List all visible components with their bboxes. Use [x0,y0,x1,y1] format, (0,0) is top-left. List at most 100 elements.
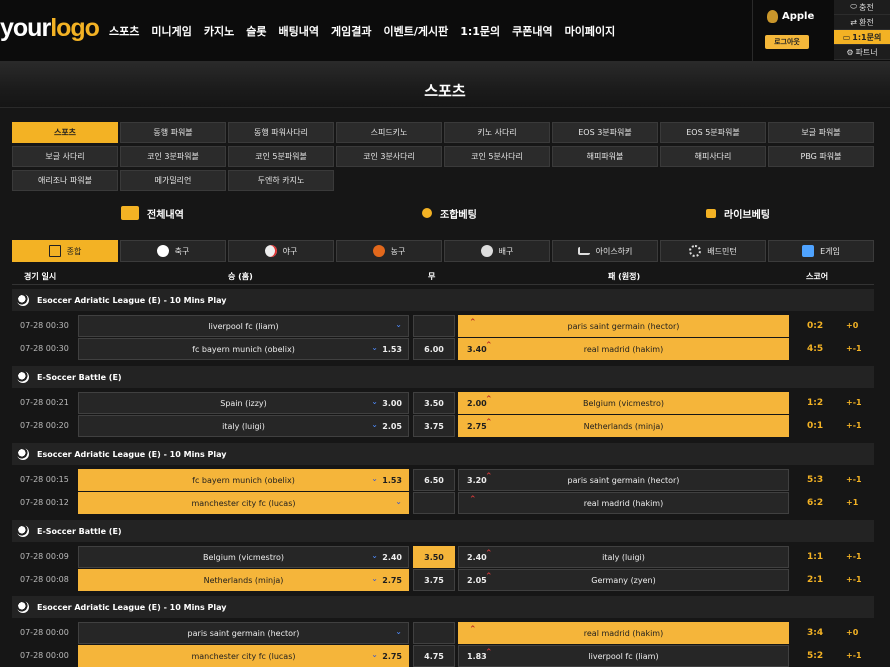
logo[interactable]: yourlogo [0,14,100,43]
quick-link-3[interactable]: ▭ 1:1문의 [834,30,890,45]
away-odds-button[interactable]: italy (luigi) 2.40 ⌃ [458,546,789,568]
game-type-button[interactable]: 보글 파워볼 [768,122,874,143]
draw-odds-button[interactable] [413,492,455,514]
nav-item[interactable]: 게임결과 [325,23,377,39]
nav-item[interactable]: 슬롯 [240,23,272,39]
handicap-value: +-1 [846,475,862,484]
sport-tab[interactable]: 배드민턴 [660,240,766,262]
home-odds-button[interactable]: italy (luigi) 2.05 ⌄ [78,415,409,437]
nav-item[interactable]: 미니게임 [145,23,197,39]
sport-tab-label: 야구 [282,246,298,256]
away-odds-button[interactable]: Belgium (vicmestro) 2.00 ⌃ [458,392,789,414]
nav-item[interactable]: 쿠폰내역 [506,23,558,39]
game-type-button[interactable]: 해피사다리 [660,146,766,167]
match-row: 07-28 00:30 liverpool fc (liam) ⌄ paris sai… [12,315,874,337]
odds-down-icon: ⌄ [371,551,378,560]
away-odds-button[interactable]: paris saint germain (hector) 3.20 ⌃ [458,469,789,491]
game-type-button[interactable]: 해피파워볼 [552,146,658,167]
home-odds-button[interactable]: manchester city fc (lucas) ⌄ [78,492,409,514]
tab-combo-bet[interactable]: 조합베팅 [422,203,477,223]
game-type-button[interactable]: 코인 5분파워볼 [228,146,334,167]
tab-all-history[interactable]: 전체내역 [121,203,184,223]
match-score: 6:2 [807,498,824,508]
game-type-button[interactable]: 코인 5분사다리 [444,146,550,167]
game-type-button[interactable]: 동행 파워볼 [120,122,226,143]
away-odds-button[interactable]: real madrid (hakim) ⌃ [458,492,789,514]
sport-tab[interactable]: E게임 [768,240,874,262]
away-team: real madrid (hakim) [583,345,664,354]
draw-odds-button[interactable] [413,315,455,337]
home-odds-button[interactable]: manchester city fc (lucas) 2.75 ⌄ [78,645,409,667]
sport-tab[interactable]: 아이스하키 [552,240,658,262]
quick-link-1[interactable]: ⬭ 충전 [834,0,890,15]
away-odds-button[interactable]: real madrid (hakim) ⌃ [458,622,789,644]
draw-odds-button[interactable]: 3.50 [413,392,455,414]
quick-link-4[interactable]: ⚙ 파트너 [834,45,890,60]
match-score: 3:4 [807,628,824,638]
sport-tab[interactable]: 배구 [444,240,550,262]
away-odds-button[interactable]: Netherlands (minja) 2.75 ⌃ [458,415,789,437]
draw-odd: 3.50 [424,553,444,562]
home-odds-button[interactable]: paris saint germain (hector) ⌄ [78,622,409,644]
nav-item[interactable]: 마이페이지 [559,23,622,39]
game-type-button[interactable]: 메가밀리언 [120,170,226,191]
home-odds-button[interactable]: fc bayern munich (obelix) 1.53 ⌄ [78,469,409,491]
logo-accent-text: logo [50,14,100,42]
draw-odds-button[interactable]: 4.75 [413,645,455,667]
game-type-button[interactable]: 코인 3분사다리 [336,146,442,167]
game-type-button[interactable]: 스피드키노 [336,122,442,143]
match-score: 1:1 [807,552,824,562]
draw-odds-button[interactable]: 3.50 [413,546,455,568]
away-odds-button[interactable]: liverpool fc (liam) 1.83 ⌃ [458,645,789,667]
quick-link-2[interactable]: ⇄ 환전 [834,15,890,30]
away-odds-button[interactable]: Germany (zyen) 2.05 ⌃ [458,569,789,591]
game-type-button[interactable]: 키노 사다리 [444,122,550,143]
home-odd: 2.40 [382,553,402,562]
game-type-button[interactable]: 동행 파워사다리 [228,122,334,143]
grid-icon [48,245,61,257]
home-odds-button[interactable]: Belgium (vicmestro) 2.40 ⌄ [78,546,409,568]
home-odds-button[interactable]: Spain (izzy) 3.00 ⌄ [78,392,409,414]
home-odds-button[interactable]: fc bayern munich (obelix) 1.53 ⌄ [78,338,409,360]
volleyball-icon [480,245,493,257]
game-type-button[interactable]: 코인 3분파워볼 [120,146,226,167]
game-type-button[interactable]: 애리조나 파워볼 [12,170,118,191]
sport-tab[interactable]: 농구 [336,240,442,262]
game-type-button[interactable]: EOS 5분파워볼 [660,122,766,143]
game-type-button[interactable]: EOS 3분파워볼 [552,122,658,143]
game-type-button[interactable]: 스포츠 [12,122,118,143]
nav-item[interactable]: 배팅내역 [272,23,324,39]
draw-odds-button[interactable]: 3.75 [413,569,455,591]
game-type-button[interactable]: PBG 파워볼 [768,146,874,167]
exchange-icon: ⇄ [850,17,857,27]
sport-tab[interactable]: 종합 [12,240,118,262]
nav-item[interactable]: 카지노 [198,23,240,39]
league-name: Esoccer Adriatic League (E) - 10 Mins Pl… [37,602,227,612]
game-type-button[interactable]: 보글 사다리 [12,146,118,167]
away-odd: 3.20 [467,476,487,485]
home-odds-button[interactable]: liverpool fc (liam) ⌄ [78,315,409,337]
game-type-button[interactable]: 두엔하 카지노 [228,170,334,191]
draw-odds-button[interactable]: 3.75 [413,415,455,437]
away-odds-button[interactable]: paris saint germain (hector) ⌃ [458,315,789,337]
nav-item[interactable]: 스포츠 [103,23,145,39]
home-odds-button[interactable]: Netherlands (minja) 2.75 ⌄ [78,569,409,591]
draw-odds-button[interactable]: 6.00 [413,338,455,360]
sport-tab-label: 축구 [174,246,190,256]
table-header: 경기 일시 승 (홈) 무 패 (원정) 스코어 [12,267,874,285]
logout-button[interactable]: 로그아웃 [765,35,809,49]
away-odd: 1.83 [467,652,487,661]
home-team: manchester city fc (lucas) [191,499,296,508]
handicap-value: +-1 [846,651,862,660]
away-odd: 2.00 [467,399,487,408]
sport-tab[interactable]: 축구 [120,240,226,262]
tab-live-bet[interactable]: 라이브베팅 [706,203,770,223]
match-score: 4:5 [807,344,824,354]
nav-item[interactable]: 1:1문의 [454,23,506,39]
draw-odds-button[interactable] [413,622,455,644]
sport-tab[interactable]: 야구 [228,240,334,262]
away-odds-button[interactable]: real madrid (hakim) 3.40 ⌃ [458,338,789,360]
odds-down-icon: ⌄ [371,650,378,659]
nav-item[interactable]: 이벤트/게시판 [377,23,454,39]
draw-odds-button[interactable]: 6.50 [413,469,455,491]
